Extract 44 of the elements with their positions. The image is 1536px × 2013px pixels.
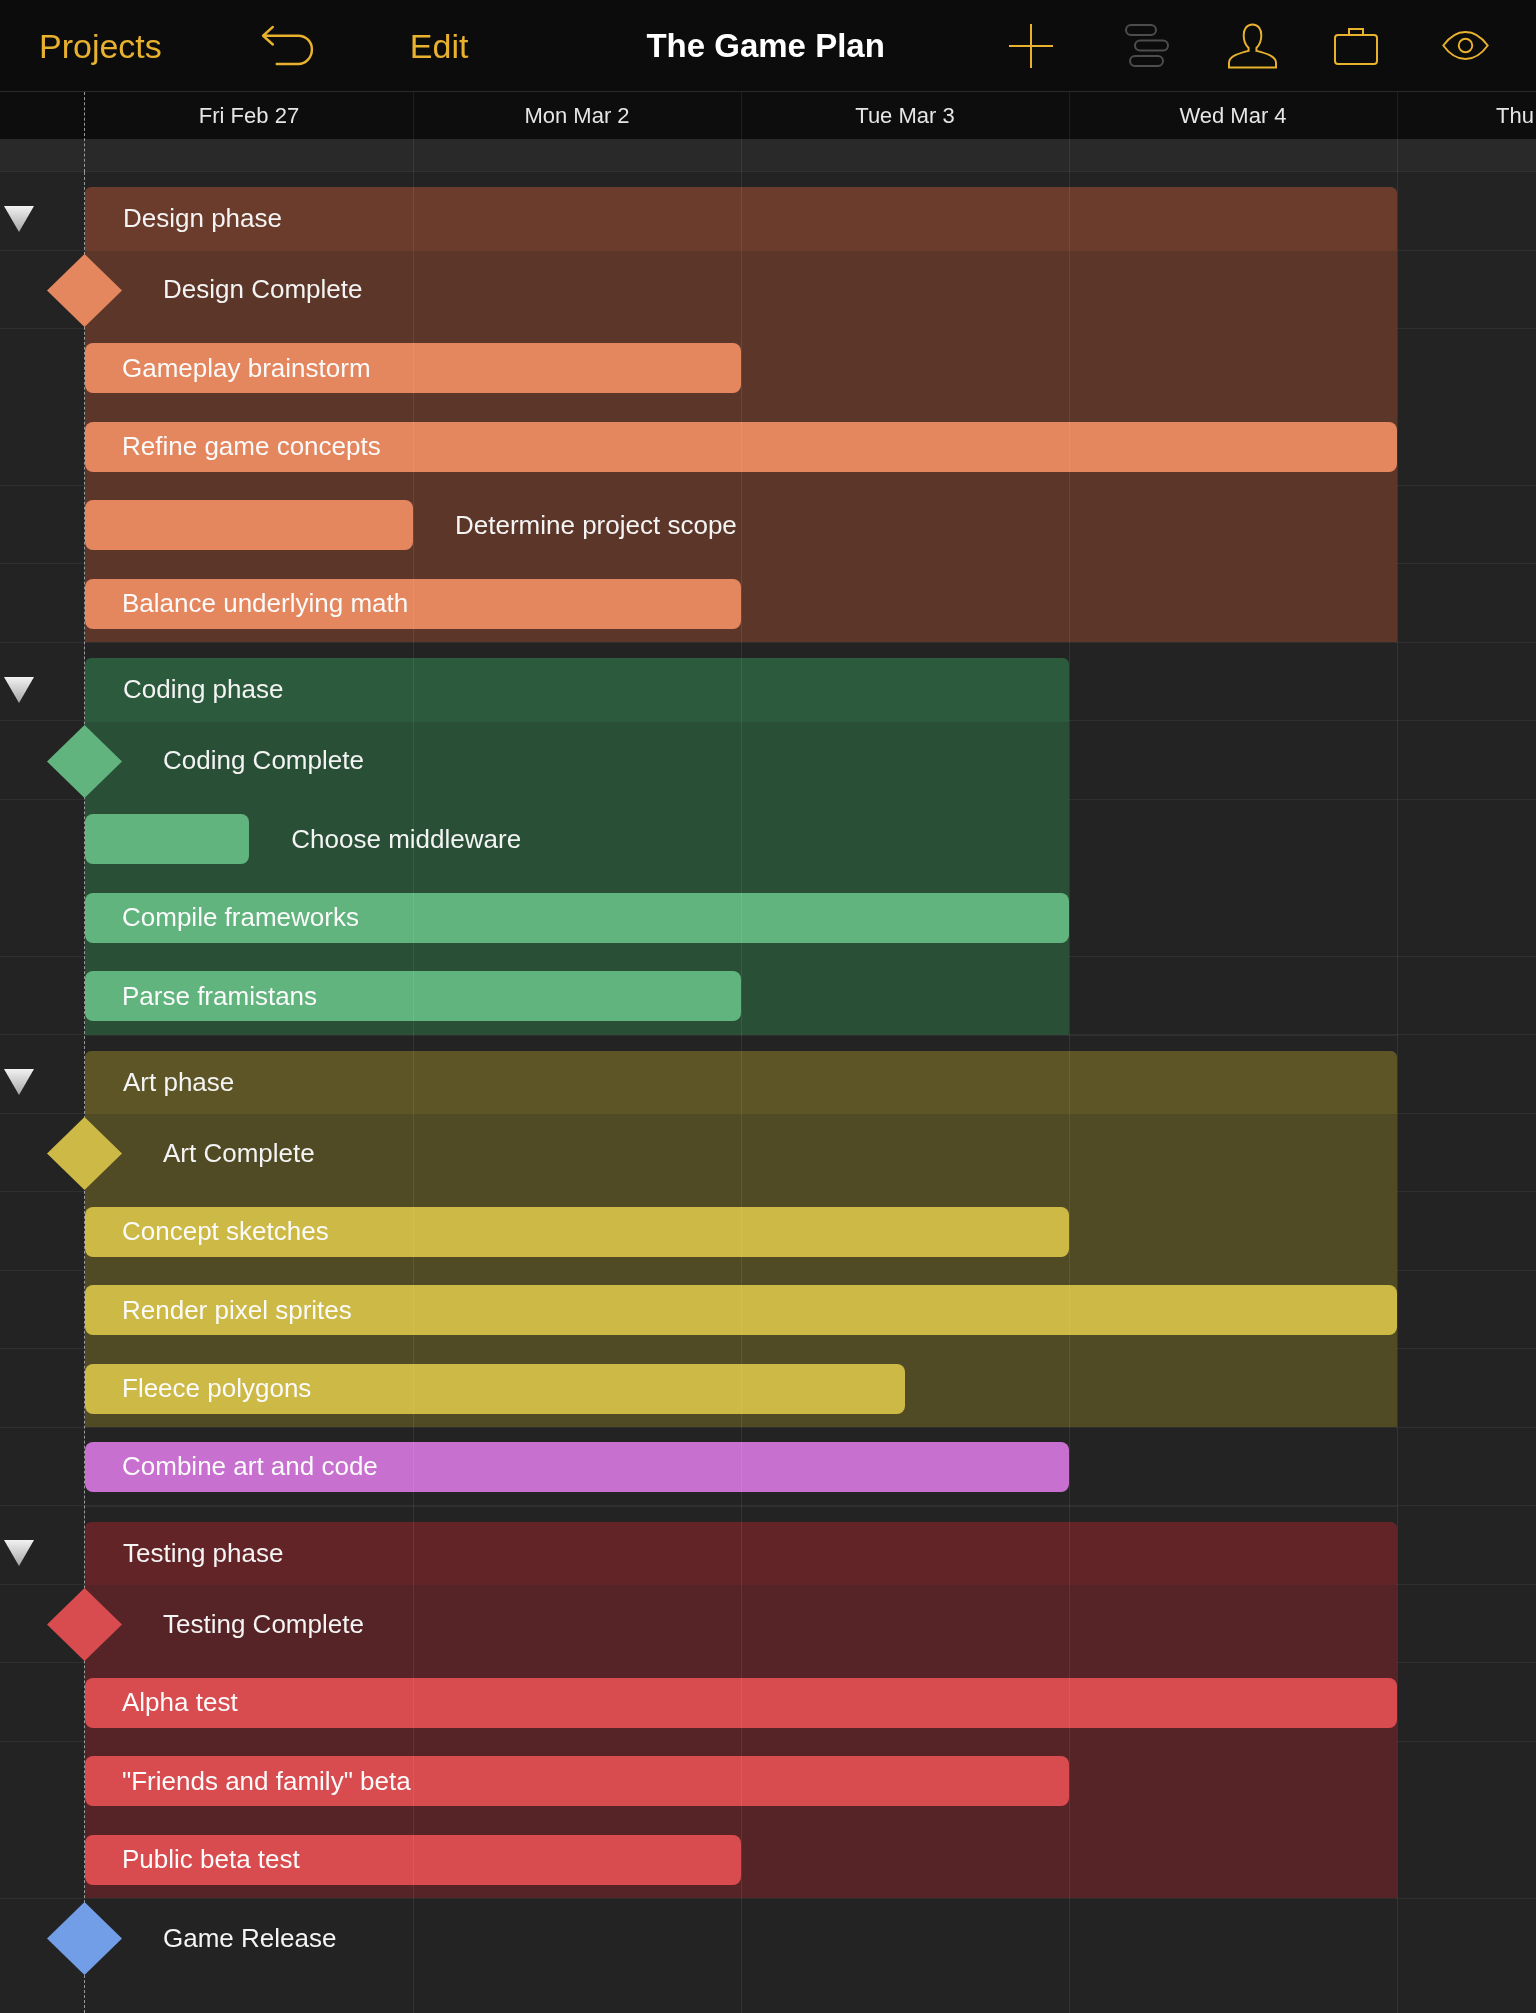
- task-bar[interactable]: Refine game concepts: [85, 421, 1397, 472]
- milestone-diamond-icon[interactable]: [47, 253, 122, 327]
- task-bar[interactable]: Balance underlying math: [85, 578, 741, 629]
- projects-button[interactable]: Projects: [39, 28, 162, 63]
- task-bar[interactable]: Gameplay brainstorm: [85, 343, 741, 394]
- milestone-diamond-icon[interactable]: [47, 1588, 122, 1661]
- task-bar[interactable]: Combine art and code: [85, 1441, 1069, 1492]
- task-bar[interactable]: [85, 500, 413, 551]
- task-bar[interactable]: [85, 814, 250, 865]
- undo-icon[interactable]: [259, 25, 315, 66]
- date-label: Thu: [1496, 102, 1534, 130]
- milestone-diamond-icon[interactable]: [47, 1902, 122, 1975]
- task-bar[interactable]: "Friends and family" beta: [85, 1756, 1069, 1807]
- task-bar[interactable]: Compile frameworks: [85, 892, 1069, 943]
- milestone-label: Design Complete: [163, 273, 363, 307]
- person-icon[interactable]: [1227, 22, 1277, 69]
- task-bar[interactable]: Alpha test: [85, 1677, 1397, 1728]
- milestone-label: Game Release: [163, 1921, 337, 1955]
- milestone-diamond-icon[interactable]: [47, 1117, 122, 1190]
- disclosure-triangle-icon[interactable]: [4, 1540, 34, 1567]
- eye-icon[interactable]: [1441, 31, 1489, 60]
- task-label: Choose middleware: [291, 822, 522, 856]
- phase-header[interactable]: Testing phase: [85, 1521, 1397, 1585]
- phase-header[interactable]: Design phase: [85, 187, 1397, 251]
- plus-icon[interactable]: [1008, 23, 1053, 68]
- date-label: Tue Mar 3: [855, 102, 955, 130]
- date-label: Mon Mar 2: [524, 102, 630, 130]
- task-bar[interactable]: Parse framistans: [85, 971, 742, 1022]
- edit-button[interactable]: Edit: [409, 28, 469, 63]
- disclosure-triangle-icon[interactable]: [4, 205, 34, 232]
- briefcase-icon[interactable]: [1333, 26, 1378, 65]
- disclosure-triangle-icon[interactable]: [4, 1069, 34, 1096]
- date-label: Fri Feb 27: [198, 102, 300, 130]
- date-label: Wed Mar 4: [1179, 102, 1287, 130]
- milestone-label: Testing Complete: [163, 1607, 364, 1641]
- milestone-label: Art Complete: [163, 1136, 315, 1170]
- task-label: Determine project scope: [455, 508, 737, 542]
- document-title: The Game Plan: [646, 29, 885, 62]
- milestone-diamond-icon[interactable]: [47, 724, 122, 798]
- disclosure-triangle-icon[interactable]: [4, 676, 34, 703]
- phase-header[interactable]: Art phase: [85, 1050, 1397, 1114]
- milestone-label: Coding Complete: [163, 744, 364, 778]
- task-bar[interactable]: Public beta test: [85, 1834, 741, 1885]
- phase-header[interactable]: Coding phase: [85, 658, 1069, 722]
